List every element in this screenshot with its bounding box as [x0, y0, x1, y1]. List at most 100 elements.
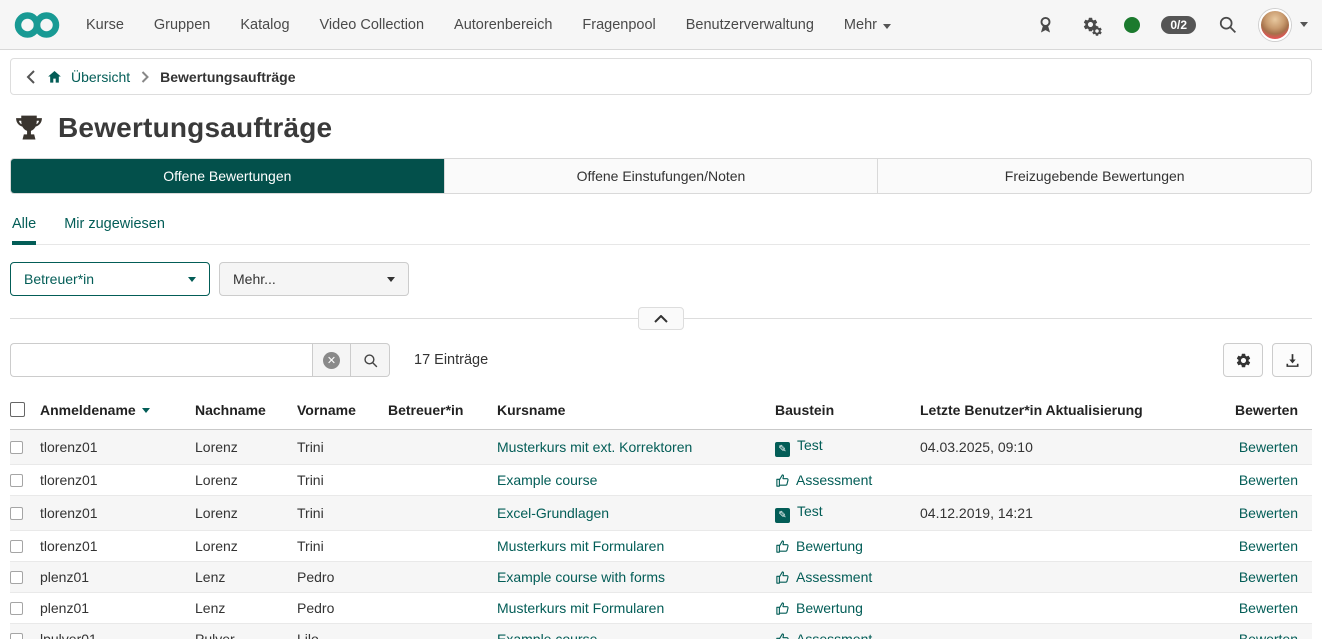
row-checkbox[interactable]: [10, 571, 23, 584]
nav-item-mehr[interactable]: Mehr: [844, 17, 891, 33]
bewerten-link[interactable]: Bewerten: [1239, 631, 1298, 639]
nav-item-katalog[interactable]: Katalog: [240, 17, 289, 33]
openolat-logo[interactable]: [14, 11, 60, 39]
course-link[interactable]: Example course: [497, 631, 597, 639]
course-link[interactable]: Example course with forms: [497, 569, 665, 585]
header-betreuer[interactable]: Betreuer*in: [388, 394, 497, 430]
clear-search-button[interactable]: ✕: [312, 343, 351, 377]
row-checkbox[interactable]: [10, 633, 23, 639]
search-button[interactable]: [1217, 14, 1238, 35]
navbar-right: 0/2: [1035, 9, 1308, 41]
cell-anmeldename: tlorenz01: [40, 531, 195, 562]
select-all-checkbox[interactable]: [10, 402, 25, 417]
cell-nachname: Pulver: [195, 624, 297, 639]
row-checkbox[interactable]: [10, 474, 23, 487]
bewerten-link[interactable]: Bewerten: [1239, 538, 1298, 554]
back-button[interactable]: [26, 70, 35, 84]
cell-betreuer: [388, 531, 497, 562]
cell-betreuer: [388, 465, 497, 496]
nav-more-label: Mehr: [844, 17, 877, 33]
betreuer-filter-dropdown[interactable]: Betreuer*in: [10, 262, 210, 296]
bewerten-link[interactable]: Bewerten: [1239, 472, 1298, 488]
course-link[interactable]: Musterkurs mit ext. Korrektoren: [497, 439, 692, 455]
cell-letzte-aktualisierung: [920, 593, 1208, 624]
nav-item-gruppen[interactable]: Gruppen: [154, 17, 210, 33]
cell-nachname: Lorenz: [195, 465, 297, 496]
more-filters-label: Mehr...: [233, 271, 276, 287]
tab-freizugebende-bewertungen[interactable]: Freizugebende Bewertungen: [877, 159, 1311, 193]
row-checkbox[interactable]: [10, 540, 23, 553]
collapse-filters-button[interactable]: [638, 307, 684, 330]
gear-small-icon: [1091, 25, 1103, 37]
row-checkbox[interactable]: [10, 441, 23, 454]
baustein-link[interactable]: ✎Test: [775, 503, 823, 519]
bewerten-link[interactable]: Bewerten: [1239, 600, 1298, 616]
badges-button[interactable]: [1035, 14, 1056, 36]
search-input-group: ✕: [10, 343, 390, 377]
nav-item-kurse[interactable]: Kurse: [86, 17, 124, 33]
online-status-dot[interactable]: [1124, 17, 1140, 33]
user-menu[interactable]: [1259, 9, 1308, 41]
thumbs-up-icon: [775, 632, 790, 639]
header-bewerten[interactable]: Bewerten: [1208, 394, 1312, 430]
title-row: Bewertungsaufträge: [13, 112, 1309, 144]
baustein-label: Bewertung: [796, 600, 863, 616]
table-row: plenz01LenzPedroExample course with form…: [10, 562, 1312, 593]
table-settings-button[interactable]: [1223, 343, 1263, 377]
baustein-link[interactable]: Assessment: [775, 569, 872, 585]
cell-betreuer: [388, 593, 497, 624]
nav-item-autorenbereich[interactable]: Autorenbereich: [454, 17, 552, 33]
tasks-badge[interactable]: 0/2: [1161, 16, 1196, 34]
export-download-button[interactable]: [1272, 343, 1312, 377]
breadcrumb-separator-icon: [141, 71, 149, 83]
header-vorname[interactable]: Vorname: [297, 394, 388, 430]
tab-offene-bewertungen[interactable]: Offene Bewertungen: [11, 159, 444, 193]
course-link[interactable]: Excel-Grundlagen: [497, 505, 609, 521]
row-checkbox[interactable]: [10, 602, 23, 615]
cell-letzte-aktualisierung: [920, 562, 1208, 593]
baustein-link[interactable]: Assessment: [775, 631, 872, 639]
user-avatar: [1259, 9, 1291, 41]
baustein-label: Assessment: [796, 631, 872, 639]
baustein-link[interactable]: Bewertung: [775, 600, 863, 616]
thumbs-up-icon: [775, 570, 790, 585]
row-checkbox[interactable]: [10, 507, 23, 520]
subtab-alle[interactable]: Alle: [12, 216, 36, 245]
breadcrumb-home-link[interactable]: Übersicht: [46, 69, 130, 85]
bewerten-link[interactable]: Bewerten: [1239, 569, 1298, 585]
breadcrumb-current: Bewertungsaufträge: [160, 69, 295, 85]
baustein-link[interactable]: Bewertung: [775, 538, 863, 554]
header-kursname[interactable]: Kursname: [497, 394, 775, 430]
course-link[interactable]: Example course: [497, 472, 597, 488]
sort-desc-icon: [142, 408, 150, 413]
header-nachname[interactable]: Nachname: [195, 394, 297, 430]
cell-nachname: Lorenz: [195, 430, 297, 465]
table-row: lpulver01PulverLiloExample courseAssessm…: [10, 624, 1312, 639]
nav-item-fragenpool[interactable]: Fragenpool: [582, 17, 655, 33]
header-baustein[interactable]: Baustein: [775, 394, 920, 430]
header-anmeldename[interactable]: Anmeldename: [40, 394, 195, 430]
baustein-label: Assessment: [796, 569, 872, 585]
tab-offene-einstufungen[interactable]: Offene Einstufungen/Noten: [444, 159, 878, 193]
cell-betreuer: [388, 496, 497, 531]
submit-search-button[interactable]: [351, 343, 390, 377]
header-letzte-aktualisierung[interactable]: Letzte Benutzer*in Aktualisierung: [920, 394, 1208, 430]
nav-item-video-collection[interactable]: Video Collection: [320, 17, 425, 33]
course-link[interactable]: Musterkurs mit Formularen: [497, 538, 664, 554]
baustein-link[interactable]: Assessment: [775, 472, 872, 488]
bewerten-link[interactable]: Bewerten: [1239, 505, 1298, 521]
chevron-down-icon: [387, 277, 395, 282]
filters-divider: [10, 318, 1312, 330]
table-search-input[interactable]: [10, 343, 312, 377]
more-filters-dropdown[interactable]: Mehr...: [219, 262, 409, 296]
filters-row: Betreuer*in Mehr...: [10, 262, 1312, 296]
nav-item-benutzerverwaltung[interactable]: Benutzerverwaltung: [686, 17, 814, 33]
course-link[interactable]: Musterkurs mit Formularen: [497, 600, 664, 616]
cell-vorname: Lilo: [297, 624, 388, 639]
bewerten-link[interactable]: Bewerten: [1239, 439, 1298, 455]
baustein-link[interactable]: ✎Test: [775, 437, 823, 453]
cell-letzte-aktualisierung: [920, 531, 1208, 562]
administration-button[interactable]: [1077, 13, 1103, 37]
medal-icon: [1035, 14, 1056, 36]
subtab-mir-zugewiesen[interactable]: Mir zugewiesen: [64, 216, 165, 244]
